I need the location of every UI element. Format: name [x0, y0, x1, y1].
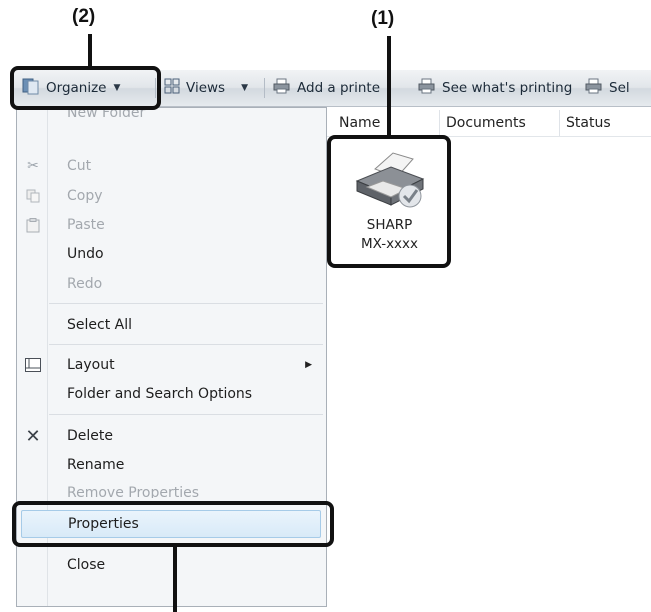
see-printing-label: See what's printing — [442, 80, 573, 96]
menu-item-label: Delete — [67, 428, 113, 444]
menu-item-label: Copy — [67, 188, 103, 204]
submenu-arrow-icon: ▶ — [305, 360, 312, 370]
menu-item-label: Layout — [67, 357, 115, 373]
callout-printer-line — [387, 36, 391, 136]
select-label: Sel — [609, 80, 630, 96]
menu-item-new-folder[interactable]: New Folder — [17, 110, 326, 128]
column-header-documents[interactable]: Documents — [440, 110, 560, 136]
menu-item-label: Remove Properties — [67, 485, 200, 498]
menu-item-undo[interactable]: Undo — [17, 240, 326, 268]
menu-item-redo[interactable]: Redo — [17, 270, 326, 298]
menu-item-close[interactable]: Close — [17, 551, 326, 579]
add-printer-label: Add a printe — [297, 80, 381, 96]
menu-item-layout[interactable]: Layout ▶ — [17, 351, 326, 379]
see-printing-button[interactable]: See what's printing — [418, 70, 572, 106]
menu-item-label: Folder and Search Options — [67, 386, 253, 402]
add-printer-icon — [273, 78, 291, 98]
menu-item-rename[interactable]: Rename — [17, 451, 326, 479]
views-button[interactable]: Views ▼ — [164, 70, 248, 106]
menu-item-label: Redo — [67, 276, 103, 292]
callout-properties-line — [173, 547, 177, 612]
select-icon — [585, 78, 603, 98]
menu-item-select-all[interactable]: Select All — [17, 311, 326, 339]
menu-item-delete[interactable]: ✕ Delete — [17, 422, 326, 450]
menu-separator — [49, 414, 323, 415]
menu-item-label: Paste — [67, 217, 105, 233]
callout-printer-label: (1) — [371, 8, 395, 29]
menu-item-paste[interactable]: Paste — [17, 211, 326, 239]
menu-item-label: Select All — [67, 317, 132, 333]
column-header-status[interactable]: Status — [560, 110, 651, 136]
paste-icon — [25, 217, 41, 233]
menu-item-label: Undo — [67, 246, 104, 262]
menu-item-cut[interactable]: ✂ Cut — [17, 152, 326, 180]
menu-separator — [49, 344, 323, 345]
delete-icon: ✕ — [25, 425, 41, 447]
chevron-down-icon: ▼ — [241, 83, 248, 93]
callout-organize-line — [88, 34, 92, 70]
callout-organize-label: (2) — [72, 6, 96, 27]
menu-item-folder-options[interactable]: Folder and Search Options — [17, 380, 326, 408]
menu-item-label: Close — [67, 557, 106, 573]
views-label: Views — [186, 80, 226, 96]
menu-item-label: New Folder — [67, 110, 146, 121]
add-printer-button[interactable]: Add a printe — [273, 70, 380, 106]
see-printing-icon — [418, 78, 436, 98]
select-printer-button[interactable]: Sel — [585, 70, 630, 106]
toolbar-separator — [264, 78, 265, 98]
menu-item-label: Cut — [67, 158, 92, 174]
copy-icon — [25, 188, 41, 204]
menu-item-label: Rename — [67, 457, 125, 473]
callout-properties-box — [12, 501, 334, 547]
menu-separator — [49, 303, 323, 304]
views-icon — [164, 78, 180, 98]
menu-item-copy[interactable]: Copy — [17, 182, 326, 210]
layout-icon — [25, 357, 41, 373]
cut-icon: ✂ — [27, 158, 39, 174]
menu-item-remove-properties[interactable]: Remove Properties — [17, 482, 326, 498]
callout-printer-box — [327, 135, 451, 268]
callout-organize-box — [10, 66, 161, 110]
